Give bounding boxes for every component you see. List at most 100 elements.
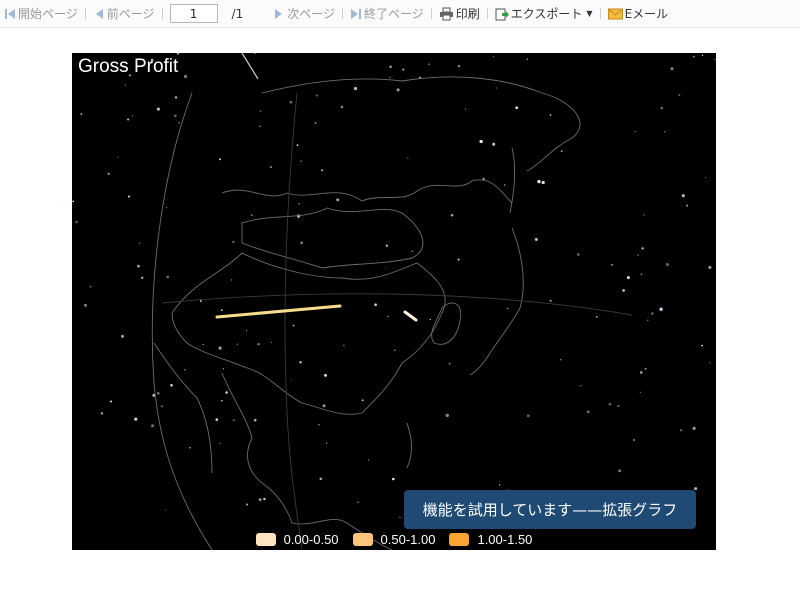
star-dot — [402, 68, 405, 71]
star-dot — [678, 94, 681, 96]
star-dot — [134, 417, 138, 421]
page-total: /1 — [231, 6, 244, 21]
star-dot — [504, 184, 506, 186]
star-dot — [165, 509, 167, 511]
star-dot — [222, 368, 225, 370]
email-label: Eメール — [624, 7, 669, 21]
star-dot — [549, 299, 552, 302]
star-dot — [89, 285, 92, 288]
star-dot — [322, 404, 326, 408]
russia-china-border — [221, 179, 513, 204]
star-dot — [84, 303, 87, 307]
star-dot — [298, 203, 300, 205]
star-dot — [389, 76, 391, 79]
star-dot — [541, 180, 545, 185]
star-dot — [202, 343, 204, 346]
legend-label-1: 0.50-1.00 — [380, 531, 436, 547]
star-dot — [450, 213, 454, 217]
next-page-button[interactable]: 次ページ — [273, 5, 335, 22]
star-dot — [219, 442, 221, 445]
star-dot — [639, 391, 641, 393]
star-dot — [580, 384, 582, 387]
star-dot — [138, 242, 141, 245]
star-dot — [640, 273, 643, 275]
star-dot — [109, 400, 113, 403]
star-dot — [457, 258, 460, 261]
star-dot — [560, 359, 562, 361]
star-dot — [166, 207, 168, 209]
star-dot — [714, 59, 716, 61]
export-icon — [495, 8, 509, 20]
star-dot — [151, 424, 155, 428]
star-dot — [618, 469, 622, 473]
star-dot — [701, 54, 704, 57]
star-dot — [647, 319, 649, 321]
star-dot — [289, 100, 293, 104]
legend-item-0[interactable]: 0.00-0.50 — [255, 532, 339, 547]
star-dot — [200, 300, 202, 302]
star-dot — [314, 121, 317, 124]
star-dot — [127, 195, 130, 198]
star-dot — [634, 131, 636, 133]
star-dot — [387, 315, 389, 318]
star-dot — [399, 516, 401, 518]
last-page-button[interactable]: 終了ページ — [350, 5, 424, 22]
star-dot — [361, 399, 364, 402]
star-dot — [324, 374, 327, 377]
star-dot — [340, 105, 344, 109]
star-dot — [411, 250, 413, 252]
japan — [469, 227, 524, 376]
star-dot — [215, 418, 219, 421]
printer-icon — [439, 7, 453, 20]
star-dot — [259, 125, 261, 127]
legend-swatch-2 — [449, 532, 470, 546]
flow-line-korea — [403, 310, 418, 322]
star-dot — [448, 362, 451, 365]
legend-item-2[interactable]: 1.00-1.50 — [449, 532, 532, 547]
star-dot — [374, 303, 377, 307]
star-dot — [257, 342, 260, 346]
star-dot — [184, 368, 186, 371]
star-dot — [385, 268, 387, 269]
export-dropdown[interactable]: エクスポート ▼ — [495, 5, 593, 22]
star-dot — [325, 442, 328, 444]
southeast-asia — [221, 372, 393, 550]
star-dot — [660, 106, 664, 110]
legend-swatch-0 — [255, 532, 276, 546]
print-button[interactable]: 印刷 — [439, 5, 480, 22]
star-dot — [644, 367, 647, 370]
star-dot — [260, 110, 262, 112]
globe-outline — [151, 92, 213, 550]
star-dot — [498, 484, 501, 486]
star-dot — [225, 391, 228, 394]
star-dot — [156, 107, 160, 111]
page-number-input[interactable] — [169, 4, 218, 23]
prev-page-icon — [95, 8, 103, 19]
star-dot — [482, 177, 485, 180]
star-dot — [464, 108, 467, 110]
email-button[interactable]: Eメール — [607, 5, 669, 22]
star-dot — [290, 379, 292, 381]
star-dot — [318, 424, 320, 426]
first-page-button[interactable]: 開始ページ — [4, 5, 78, 22]
star-dot — [429, 318, 431, 321]
star-dot — [80, 113, 83, 115]
prev-page-button[interactable]: 前ページ — [93, 5, 155, 22]
star-dot — [610, 263, 613, 266]
star-dot — [319, 477, 323, 481]
next-page-label: 次ページ — [287, 7, 335, 21]
star-dot — [173, 114, 177, 118]
legend-item-1[interactable]: 0.50-1.00 — [352, 531, 436, 547]
star-dot — [300, 241, 303, 245]
star-dot — [353, 86, 358, 91]
star-dot — [245, 330, 247, 332]
polar-flow-line — [241, 53, 259, 80]
star-dot — [670, 67, 674, 71]
star-dot — [686, 204, 689, 207]
star-dot — [617, 404, 620, 408]
star-dot — [680, 429, 683, 432]
star-dot — [246, 503, 249, 506]
star-dot — [639, 371, 643, 374]
prev-page-label: 前ページ — [106, 7, 155, 21]
star-dot — [357, 501, 359, 503]
